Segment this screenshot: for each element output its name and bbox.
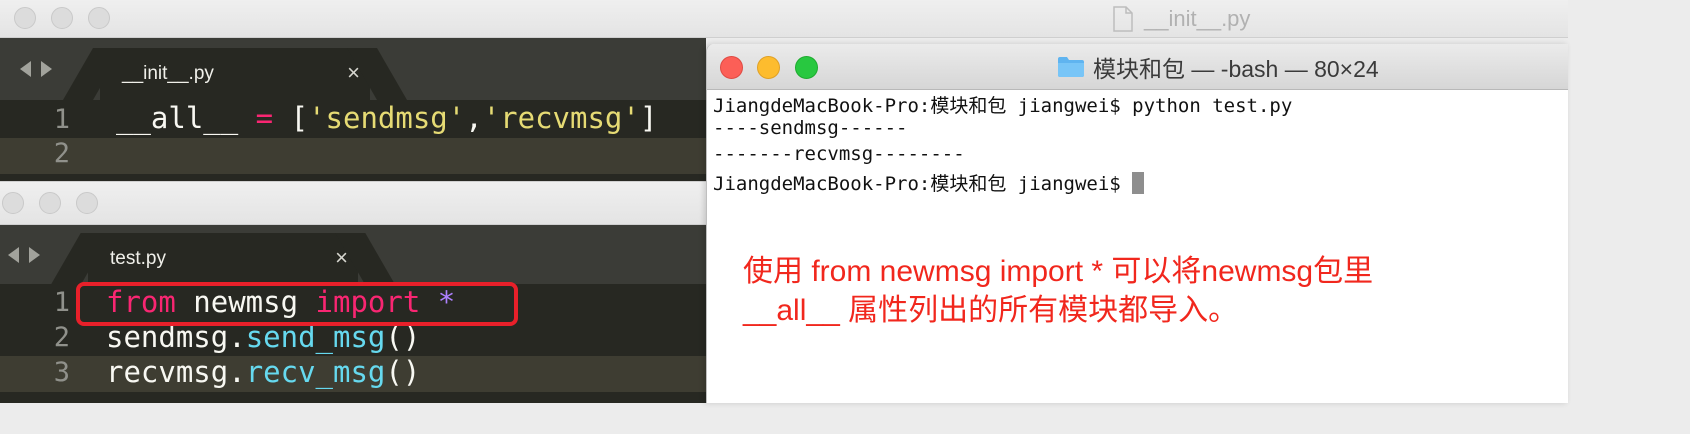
import-line-highlight-box xyxy=(76,282,518,326)
minimize-window-button[interactable] xyxy=(39,192,61,214)
annotation-line: __all__ 属性列出的所有模块都导入。 xyxy=(743,294,1239,327)
editor-window-titlebar xyxy=(0,181,706,225)
terminal-line: ----sendmsg------ xyxy=(713,117,908,139)
terminal-line: -------recvmsg-------- xyxy=(713,143,965,165)
background-window-titlebar: __init__.py xyxy=(0,0,1568,38)
code-token: __all__ xyxy=(116,101,239,135)
tab-bar: __init__.py × xyxy=(0,38,706,100)
terminal-title-text: 模块和包 — -bash — 80×24 xyxy=(1093,56,1379,82)
terminal-output[interactable]: JiangdeMacBook-Pro:模块和包 jiangwei$ python… xyxy=(707,91,1568,403)
terminal-line: JiangdeMacBook-Pro:模块和包 jiangwei$ python… xyxy=(713,95,1293,117)
code-token: [ xyxy=(290,101,309,135)
zoom-window-button[interactable] xyxy=(76,192,98,214)
terminal-titlebar: 模块和包 — -bash — 80×24 xyxy=(707,44,1568,90)
window-title-text: __init__.py xyxy=(1144,6,1251,31)
close-window-button[interactable] xyxy=(14,7,36,29)
code-token: () xyxy=(385,355,421,389)
code-token: . xyxy=(228,355,246,389)
code-token: , xyxy=(465,101,483,135)
tab-test-py[interactable]: test.py × xyxy=(88,233,358,284)
current-line-highlight xyxy=(0,138,706,174)
code-token: = xyxy=(238,101,291,135)
tab-init-py[interactable]: __init__.py × xyxy=(100,48,370,100)
terminal-prompt-line: JiangdeMacBook-Pro:模块和包 jiangwei$ xyxy=(713,169,1145,196)
tab-bar: test.py × xyxy=(0,225,706,284)
code-token: ] xyxy=(639,101,658,135)
code-token: recvmsg xyxy=(106,355,229,389)
close-window-button[interactable] xyxy=(720,56,743,79)
code-token: recv_msg xyxy=(245,355,386,389)
document-icon xyxy=(1112,6,1134,32)
code-token: 'sendmsg' xyxy=(308,101,466,135)
terminal-prompt: JiangdeMacBook-Pro:模块和包 jiangwei$ xyxy=(713,173,1133,195)
previous-tab-icon[interactable] xyxy=(8,247,19,263)
terminal-window: 模块和包 — -bash — 80×24 JiangdeMacBook-Pro:… xyxy=(706,44,1568,403)
line-number: 1 xyxy=(53,104,70,135)
previous-tab-icon[interactable] xyxy=(20,61,31,77)
terminal-title: 模块和包 — -bash — 80×24 xyxy=(1057,53,1379,82)
code-token: 'recvmsg' xyxy=(482,101,640,135)
close-window-button[interactable] xyxy=(2,192,24,214)
next-tab-icon[interactable] xyxy=(29,247,40,263)
minimize-window-button[interactable] xyxy=(51,7,73,29)
line-number: 2 xyxy=(53,322,70,353)
tab-label: test.py xyxy=(110,247,166,269)
next-tab-icon[interactable] xyxy=(41,61,52,77)
annotation-line: 使用 from newmsg import * 可以将newmsg包里 xyxy=(743,255,1374,288)
minimize-window-button[interactable] xyxy=(757,56,780,79)
zoom-window-button[interactable] xyxy=(88,7,110,29)
code-line[interactable]: __all__ = ['sendmsg','recvmsg'] xyxy=(116,101,657,135)
window-title: __init__.py xyxy=(1112,6,1250,32)
line-number: 3 xyxy=(53,357,70,388)
zoom-window-button[interactable] xyxy=(795,56,818,79)
folder-icon xyxy=(1057,56,1085,78)
tab-close-icon[interactable]: × xyxy=(335,247,348,269)
tab-nav xyxy=(8,247,40,263)
tab-label: __init__.py xyxy=(122,63,214,84)
tab-close-icon[interactable]: × xyxy=(347,62,360,84)
code-line[interactable]: recvmsg.recv_msg() xyxy=(106,355,420,389)
tab-nav xyxy=(20,61,52,77)
line-number: 2 xyxy=(53,138,70,169)
editor-init-py: __init__.py × 1 2 __all__ = ['sendmsg','… xyxy=(0,38,706,181)
text-cursor xyxy=(1132,172,1145,194)
